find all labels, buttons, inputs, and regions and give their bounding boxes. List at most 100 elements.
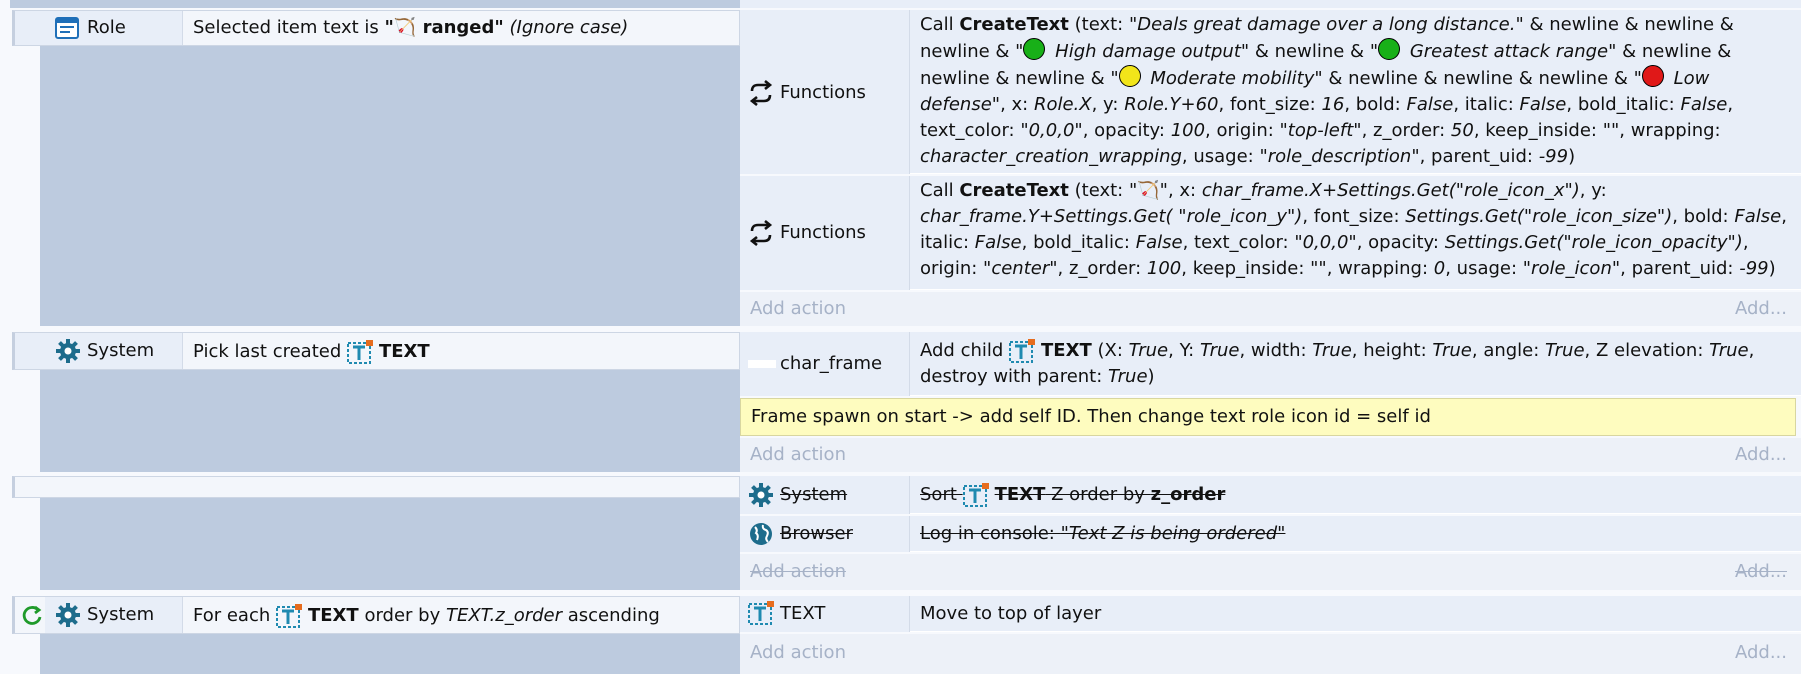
param-sep: , y: [1579, 180, 1607, 201]
event2-action1-object[interactable]: char_frame [740, 332, 910, 396]
event3-condition-row[interactable] [12, 476, 740, 498]
event2-action1-text[interactable]: Add child TEXT (X: True, Y: True, width:… [920, 338, 1790, 390]
event4-action1-text[interactable]: Move to top of layer [920, 601, 1101, 627]
call-label: Call [920, 180, 960, 201]
param-sep: , keep_inside: [1181, 258, 1311, 279]
function-name: CreateText [959, 14, 1069, 35]
event4-action1-row[interactable]: TEXT Move to top of layer [740, 596, 1801, 632]
add-menu-link[interactable]: Add... [1735, 642, 1787, 663]
event1-action1-row[interactable]: Functions Call CreateText (text: "Deals … [740, 10, 1801, 174]
param-sep: , bold: [1672, 206, 1735, 227]
event3-action2-row[interactable]: Browser Log in console: "Text Z is being… [740, 516, 1801, 552]
event2-condition-object[interactable]: System [15, 333, 183, 369]
condition-mid: order by [358, 605, 446, 626]
functions-loop-icon [749, 220, 773, 246]
add-action-link[interactable]: Add action [750, 298, 846, 319]
param-value: Role.Y+60 [1124, 94, 1219, 115]
action-object-name: Browser [780, 523, 853, 544]
event3-action2-text[interactable]: Log in console: "Text Z is being ordered… [920, 521, 1285, 547]
param-value: "0,0,0" [1294, 232, 1357, 253]
param-value: "top-left" [1279, 120, 1362, 141]
condition-pre: Selected item text is [193, 17, 385, 38]
text-object-icon [1009, 339, 1036, 363]
param-sep: , angle: [1471, 340, 1546, 361]
add-action-link[interactable]: Add action [750, 444, 846, 465]
gear-icon [56, 603, 80, 627]
event4-condition-text[interactable]: For each TEXT order by TEXT.z_order asce… [193, 603, 660, 629]
event4-condition-row[interactable]: System For each TEXT order by TEXT.z_ord… [12, 596, 740, 634]
action-object-name: TEXT [780, 603, 826, 624]
param-sep: , z_order: [1057, 258, 1147, 279]
param-value: 100 [1170, 120, 1206, 141]
green-circle-icon [1023, 38, 1046, 60]
green-circle-icon [1378, 38, 1401, 60]
param-sep: ) [1768, 258, 1776, 279]
action-pre: Log in console: [920, 523, 1061, 544]
event3-action1-row[interactable]: System Sort TEXT Z order by z_order [740, 476, 1801, 514]
red-circle-icon [1641, 65, 1664, 87]
param-sep: , height: [1351, 340, 1433, 361]
functions-loop-icon [749, 80, 773, 106]
action-mid: Z order by [1045, 484, 1151, 505]
event1-action2-row[interactable]: Functions Call CreateText (text: "🏹", x:… [740, 176, 1801, 290]
event2-comment[interactable]: Frame spawn on start -> add self ID. The… [740, 398, 1796, 436]
globe-icon [750, 523, 772, 545]
event1-condition-row[interactable]: Role Selected item text is "🏹 ranged" (I… [12, 10, 740, 46]
event1-action2-text[interactable]: Call CreateText (text: "🏹", x: char_fram… [920, 178, 1790, 282]
param-value: "0,0,0" [1020, 120, 1083, 141]
action1-object-name: Functions [780, 82, 866, 103]
add-menu-link[interactable]: Add... [1735, 444, 1787, 465]
condition-quote-open: " [384, 17, 394, 38]
event4-action1-object[interactable]: TEXT [740, 596, 910, 632]
param-value: Role.X [1033, 94, 1092, 115]
event1-action2-object[interactable]: Functions [740, 176, 910, 290]
param-value: " [1159, 180, 1168, 201]
add-menu-link[interactable]: Add... [1735, 298, 1787, 319]
event4-object-name: System [87, 604, 155, 625]
event2-action1-row[interactable]: char_frame Add child TEXT (X: True, Y: T… [740, 332, 1801, 396]
param-value: True [1432, 340, 1472, 361]
action-object-name: char_frame [780, 353, 883, 374]
param-value: False [1734, 206, 1782, 227]
param-sep: , x: [1000, 94, 1034, 115]
loop-icon[interactable] [21, 605, 43, 627]
event3-action1-text[interactable]: Sort TEXT Z order by z_order [920, 482, 1225, 508]
action-object-name: System [780, 484, 848, 505]
event3-add-action-row: Add action Add... [740, 554, 1801, 590]
condition-object: TEXT [378, 341, 430, 362]
add-action-link[interactable]: Add action [750, 561, 846, 582]
param-sep: , x: [1167, 180, 1202, 201]
param-value: 16 [1321, 94, 1345, 115]
event1-add-action-row: Add action Add... [740, 292, 1801, 326]
gear-icon [56, 339, 80, 363]
event1-condition-text[interactable]: Selected item text is "🏹 ranged" (Ignore… [193, 15, 628, 41]
event1-condition-object[interactable]: Role [15, 11, 183, 45]
param-value: 100 [1146, 258, 1182, 279]
event1-action1-text[interactable]: Call CreateText (text: "Deals great dama… [920, 12, 1790, 170]
function-name: CreateText [959, 180, 1069, 201]
action2-object-name: Functions [780, 222, 866, 243]
event2-condition-row[interactable]: System Pick last created TEXT [12, 332, 740, 370]
add-action-link[interactable]: Add action [750, 642, 846, 663]
param-sep: & newline & newline & newline & " [1322, 68, 1642, 89]
param-sep: , bold_italic: [1566, 94, 1681, 115]
param-value: False [1135, 232, 1183, 253]
param-value: True [1128, 340, 1169, 361]
param-sep: & newline & " [1249, 41, 1379, 62]
event1-condition-area[interactable] [40, 10, 740, 326]
text-object-icon [748, 601, 774, 625]
param-sep: , wrapping: [1619, 120, 1721, 141]
add-menu-link[interactable]: Add... [1735, 561, 1787, 582]
event3-action2-object[interactable]: Browser [740, 516, 910, 552]
param-value: " [1128, 180, 1138, 201]
event4-condition-object[interactable]: System [45, 597, 183, 633]
event3-action1-object[interactable]: System [740, 476, 910, 514]
event2-condition-text[interactable]: Pick last created TEXT [193, 339, 430, 365]
param-sep: , font_size: [1302, 206, 1406, 227]
event1-action1-object[interactable]: Functions [740, 10, 910, 174]
param-sep: , opacity: [1082, 120, 1171, 141]
param-sep: , wrapping: [1326, 258, 1434, 279]
param-sep: ) [1568, 146, 1576, 167]
param-value: Settings.Get("role_icon_opacity") [1444, 232, 1743, 253]
param-value: False [1406, 94, 1454, 115]
